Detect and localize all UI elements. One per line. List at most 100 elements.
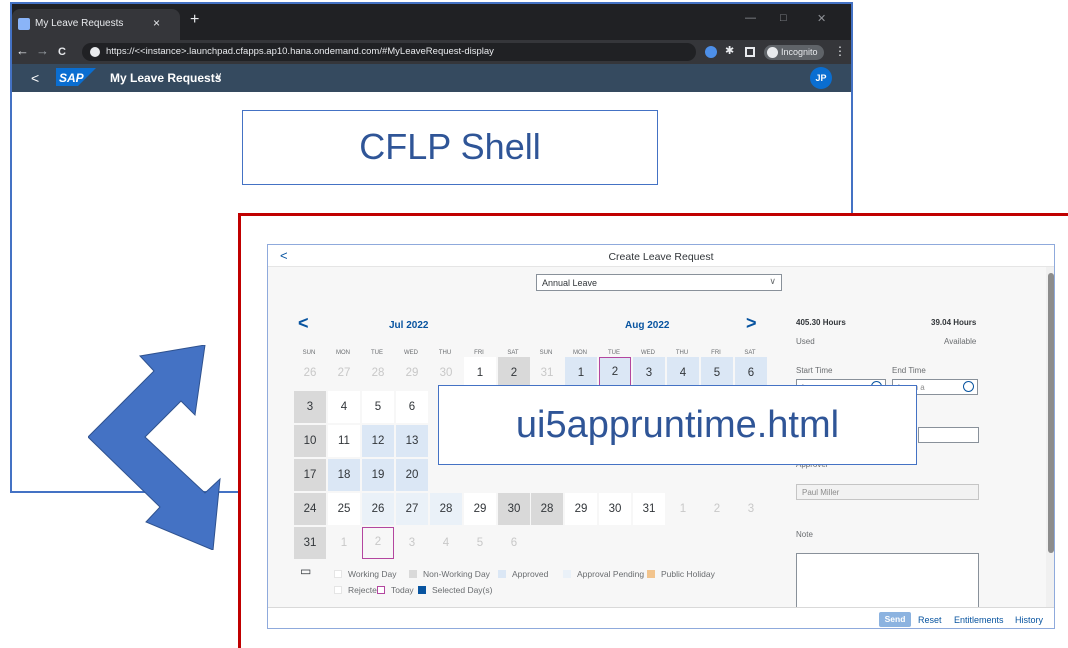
calendar-day: 26 [303, 367, 317, 379]
leave-type-value: Annual Leave [542, 278, 598, 288]
calendar-day[interactable]: 4 [328, 391, 360, 423]
scrollbar[interactable] [1046, 267, 1054, 607]
legend-swatch [409, 570, 417, 578]
calendar-day[interactable]: 3 [294, 391, 326, 423]
calendar-day[interactable]: 28 [430, 493, 462, 525]
history-button[interactable]: History [1015, 615, 1043, 625]
weekday-label: WED [641, 350, 655, 356]
calendar-day[interactable]: 30 [599, 493, 631, 525]
incognito-badge[interactable]: Incognito [764, 45, 824, 60]
chevron-down-icon[interactable]: ∨ [215, 71, 222, 82]
calendar-day[interactable]: 19 [362, 459, 394, 491]
calendar-day: 1 [679, 503, 687, 515]
calendar-prev-button[interactable]: < [298, 313, 309, 334]
calendar-day[interactable]: 25 [328, 493, 360, 525]
send-button[interactable]: Send [879, 612, 911, 627]
calendar-day[interactable]: 18 [328, 459, 360, 491]
weekday-label: SUN [302, 350, 316, 356]
bidirectional-arrow-icon [88, 345, 221, 550]
back-arrow-icon[interactable]: ← [16, 44, 29, 58]
calendar-day[interactable]: 29 [565, 493, 597, 525]
legend-item: Today [377, 585, 414, 595]
entitlements-button[interactable]: Entitlements [954, 615, 1004, 625]
calendar-day[interactable]: 5 [362, 391, 394, 423]
reset-button[interactable]: Reset [918, 615, 942, 625]
window-close-button[interactable]: ✕ [817, 12, 826, 25]
calendar-day[interactable]: 13 [396, 425, 428, 457]
url-text: https://<<instance>.launchpad.cfapps.ap1… [106, 46, 494, 57]
hours-input[interactable] [918, 427, 979, 443]
note-label: Note [796, 530, 813, 539]
new-tab-button[interactable]: + [190, 12, 199, 28]
scrollbar-thumb[interactable] [1048, 273, 1054, 553]
legend-swatch [647, 570, 655, 578]
calendar-legend-icon[interactable]: ▭ [300, 564, 314, 578]
legend-swatch [498, 570, 506, 578]
calendar-day[interactable]: 20 [396, 459, 428, 491]
legend-item: Public Holiday [647, 569, 715, 579]
calendar-day[interactable]: 27 [396, 493, 428, 525]
weekday-label: MON [336, 350, 350, 356]
side-panel-icon[interactable] [745, 47, 755, 57]
browser-tab[interactable]: My Leave Requests × [12, 9, 180, 40]
calendar-day[interactable]: 2 [362, 527, 394, 559]
calendar-day[interactable]: 6 [396, 391, 428, 423]
calendar-day[interactable]: 31 [633, 493, 665, 525]
calendar-day: 28 [371, 367, 385, 379]
note-textarea[interactable] [796, 553, 979, 609]
calendar-day: 6 [510, 537, 518, 549]
leave-type-select[interactable]: Annual Leave ∨ [536, 274, 782, 291]
available-hours-value: 39.04 Hours [931, 318, 977, 327]
user-avatar[interactable]: JP [810, 67, 832, 89]
app-header: < Create Leave Request [268, 245, 1054, 267]
tab-title: My Leave Requests [35, 18, 124, 29]
window-maximize-button[interactable]: □ [780, 12, 787, 24]
calendar-day[interactable]: 29 [464, 493, 496, 525]
legend-label: Today [391, 585, 414, 595]
browser-menu-icon[interactable]: ⋮ [834, 44, 846, 58]
extension-icon[interactable] [705, 46, 717, 58]
puzzle-icon[interactable]: ✱ [725, 44, 737, 57]
legend-label: Public Holiday [661, 569, 715, 579]
shell-bar: < SAP My Leave Requests ∨ JP [12, 64, 851, 92]
clock-icon[interactable] [963, 381, 974, 392]
shell-app-title[interactable]: My Leave Requests [110, 71, 221, 85]
legend-item: Approval Pending [563, 569, 644, 579]
callout-cflp-shell: CFLP Shell [242, 110, 658, 185]
shell-back-icon[interactable]: < [31, 70, 39, 86]
calendar-day[interactable]: 26 [362, 493, 394, 525]
app-footer: Send Reset Entitlements History [268, 607, 1054, 628]
calendar-day[interactable]: 28 [531, 493, 563, 525]
calendar-day: 5 [476, 537, 484, 549]
sap-logo[interactable]: SAP [56, 68, 96, 86]
calendar-day[interactable]: 31 [294, 527, 326, 559]
available-hours-label: Available [944, 337, 977, 346]
url-input[interactable]: https://<<instance>.launchpad.cfapps.ap1… [82, 43, 696, 61]
legend-item: Rejected [334, 585, 382, 595]
stage: My Leave Requests × + — □ ✕ ← → C https:… [0, 0, 1068, 648]
reload-icon[interactable]: C [58, 45, 66, 59]
weekday-label: WED [404, 350, 418, 356]
used-hours-value: 405.30 Hours [796, 318, 846, 327]
legend-label: Working Day [348, 569, 397, 579]
calendar-next-button[interactable]: > [746, 313, 757, 334]
calendar-day[interactable]: 12 [362, 425, 394, 457]
site-info-icon[interactable] [90, 47, 100, 57]
app-title: Create Leave Request [608, 251, 714, 263]
month-title-jul: Jul 2022 [389, 320, 429, 331]
calendar-day[interactable]: 30 [498, 493, 530, 525]
calendar-day[interactable]: 24 [294, 493, 326, 525]
start-time-label: Start Time [796, 366, 833, 375]
legend-item: Approved [498, 569, 548, 579]
forward-arrow-icon[interactable]: → [36, 44, 49, 58]
approver-input: Paul Miller [796, 484, 979, 500]
tab-close-icon[interactable]: × [153, 16, 160, 30]
weekday-label: SAT [744, 350, 756, 356]
chevron-down-icon[interactable]: ∨ [769, 276, 776, 287]
weekday-label: FRI [474, 350, 484, 356]
calendar-day[interactable]: 11 [328, 425, 360, 457]
weekday-label: SAT [507, 350, 519, 356]
calendar-day[interactable]: 17 [294, 459, 326, 491]
window-minimize-button[interactable]: — [745, 12, 756, 24]
calendar-day[interactable]: 10 [294, 425, 326, 457]
